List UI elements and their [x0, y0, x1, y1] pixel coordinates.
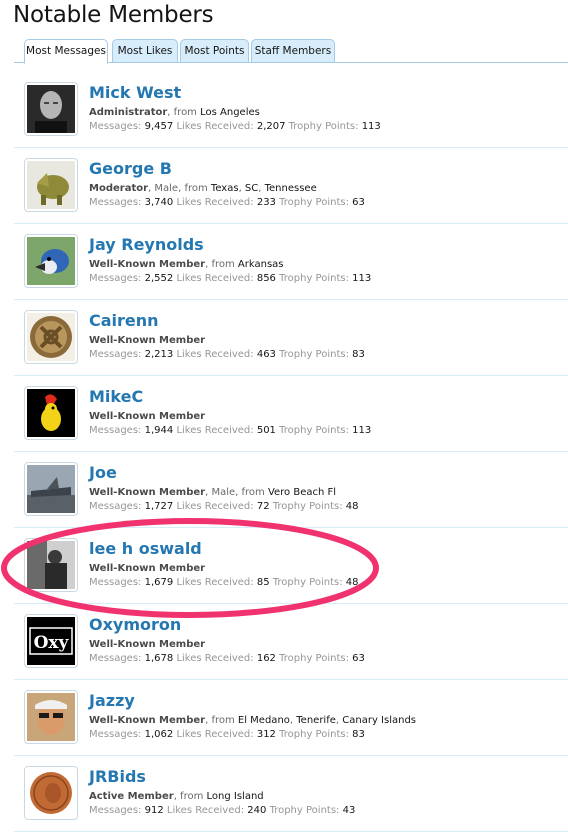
member-row: JRBids Active Member, from Long Island M… [14, 756, 568, 832]
member-name[interactable]: Jay Reynolds [89, 234, 371, 256]
avatar[interactable] [24, 82, 78, 136]
penny-coin-icon [27, 769, 75, 817]
blue-jay-icon [27, 237, 75, 285]
member-stats: Messages: 1,944 Likes Received: 501 Trop… [89, 425, 372, 436]
member-blurb: Well-Known Member [89, 411, 206, 422]
tab-most-likes[interactable]: Most Likes [112, 39, 178, 63]
member-row: Joe Well-Known Member, Male, from Vero B… [14, 452, 568, 528]
avatar[interactable] [24, 538, 78, 592]
member-row: Cairenn Well-Known Member Messages: 2,21… [14, 300, 568, 376]
member-blurb: Well-Known Member [89, 639, 206, 650]
member-stats: Messages: 9,457 Likes Received: 2,207 Tr… [89, 121, 381, 132]
cartoon-rooster-icon [27, 389, 75, 437]
member-name[interactable]: lee h oswald [89, 538, 359, 560]
avatar[interactable] [24, 310, 78, 364]
member-name[interactable]: Mick West [89, 82, 381, 104]
member-blurb: Well-Known Member [89, 563, 206, 574]
avatar[interactable] [24, 158, 78, 212]
member-tabs: Most Messages Most Likes Most Points Sta… [14, 39, 568, 64]
tab-most-points[interactable]: Most Points [180, 39, 249, 63]
member-name[interactable]: George B [89, 158, 365, 180]
member-row: Mick West Administrator, from Los Angele… [14, 72, 568, 148]
tab-most-messages[interactable]: Most Messages [24, 39, 108, 64]
member-stats: Messages: 1,678 Likes Received: 162 Trop… [89, 653, 365, 664]
svg-text:Oxy: Oxy [34, 633, 70, 653]
member-name[interactable]: MikeC [89, 386, 371, 408]
member-row: lee h oswald Well-Known Member Messages:… [14, 528, 568, 604]
member-stats: Messages: 1,679 Likes Received: 85 Troph… [89, 577, 359, 588]
member-stats: Messages: 2,213 Likes Received: 463 Trop… [89, 349, 365, 360]
member-list: Mick West Administrator, from Los Angele… [14, 72, 568, 832]
avatar[interactable] [24, 234, 78, 288]
man-sunglasses-icon [27, 693, 75, 741]
member-stats: Messages: 912 Likes Received: 240 Trophy… [89, 805, 356, 816]
jet-aircraft-icon [27, 465, 75, 513]
member-stats: Messages: 2,552 Likes Received: 856 Trop… [89, 273, 372, 284]
avatar[interactable] [24, 766, 78, 820]
member-name[interactable]: Cairenn [89, 310, 365, 332]
member-row: MikeC Well-Known Member Messages: 1,944 … [14, 376, 568, 452]
member-name[interactable]: Joe [89, 462, 359, 484]
avatar[interactable] [24, 462, 78, 516]
member-row: George B Moderator, Male, from Texas, SC… [14, 148, 568, 224]
member-row: Jazzy Well-Known Member, from El Medano,… [14, 680, 568, 756]
avatar[interactable]: Oxy [24, 614, 78, 668]
bald-man-portrait-icon [27, 85, 75, 133]
member-blurb: Well-Known Member, from El Medano, Tener… [89, 715, 416, 726]
member-blurb: Well-Known Member, from Arkansas [89, 259, 284, 270]
member-blurb: Well-Known Member [89, 335, 206, 346]
page-title: Notable Members [13, 2, 214, 28]
member-stats: Messages: 3,740 Likes Received: 233 Trop… [89, 197, 365, 208]
tab-staff-members[interactable]: Staff Members [251, 39, 335, 63]
member-blurb: Well-Known Member, Male, from Vero Beach… [89, 487, 337, 498]
member-stats: Messages: 1,062 Likes Received: 312 Trop… [89, 729, 365, 740]
member-row: Oxy Oxymoron Well-Known Member Messages:… [14, 604, 568, 680]
avatar[interactable] [24, 690, 78, 744]
member-blurb: Moderator, Male, from Texas, SC, Tenness… [89, 183, 317, 194]
member-name[interactable]: JRBids [89, 766, 355, 788]
oxy-text-icon: Oxy [27, 617, 75, 665]
member-name[interactable]: Jazzy [89, 690, 416, 712]
member-name[interactable]: Oxymoron [89, 614, 365, 636]
member-row: Jay Reynolds Well-Known Member, from Ark… [14, 224, 568, 300]
member-blurb: Active Member, from Long Island [89, 791, 264, 802]
celtic-knot-icon [27, 313, 75, 361]
member-blurb: Administrator, from Los Angeles [89, 107, 260, 118]
bw-photo-icon [27, 541, 75, 589]
avatar[interactable] [24, 386, 78, 440]
member-stats: Messages: 1,727 Likes Received: 72 Troph… [89, 501, 359, 512]
triceratops-icon [27, 161, 75, 209]
